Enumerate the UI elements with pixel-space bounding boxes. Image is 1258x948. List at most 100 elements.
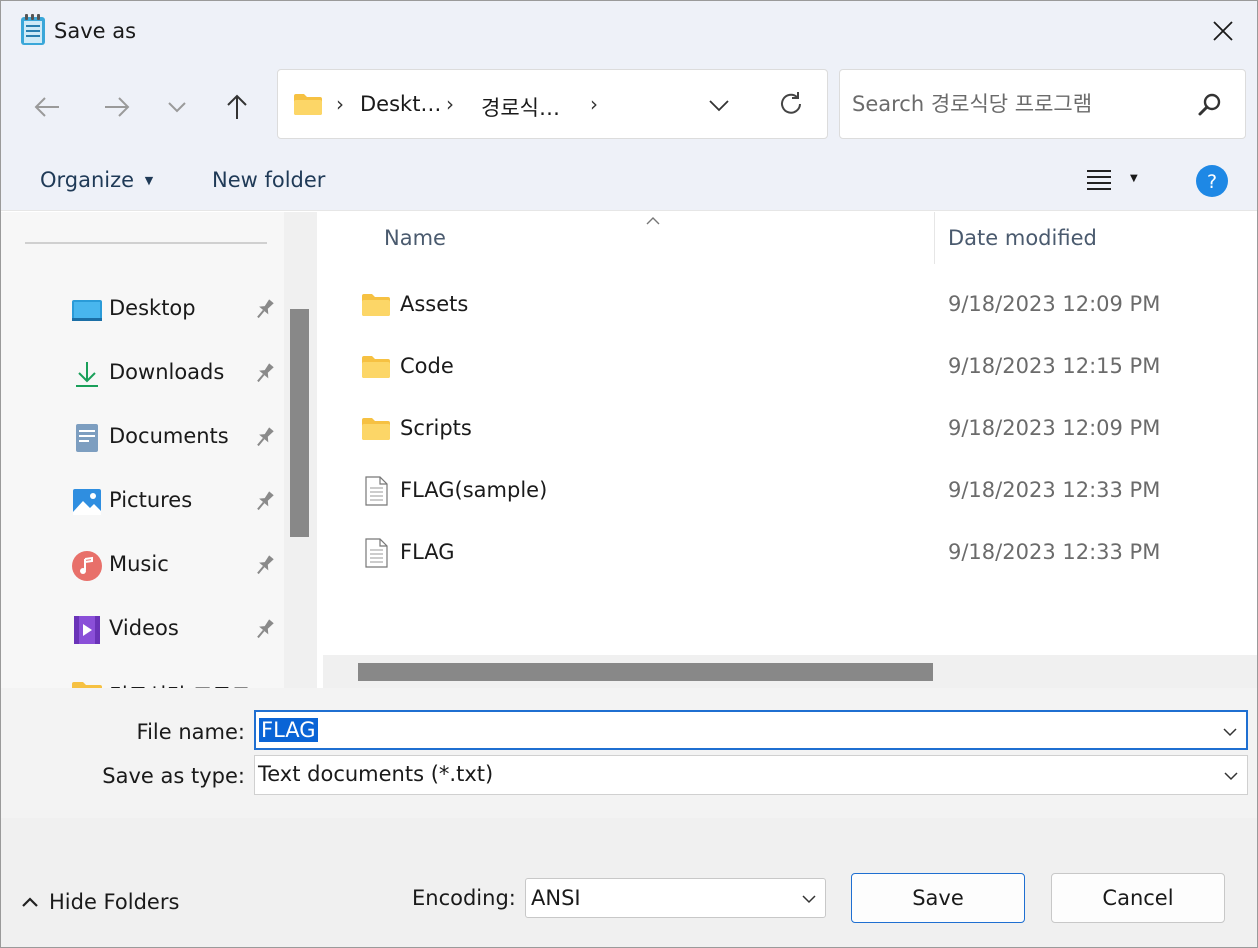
caret-down-icon: ▼ [144, 174, 154, 187]
file-row[interactable]: Scripts 9/18/2023 12:09 PM [323, 404, 1257, 456]
sidebar-item-documents[interactable]: Documents [71, 418, 281, 458]
up-button[interactable] [217, 87, 257, 127]
view-options-icon[interactable] [1086, 169, 1112, 191]
file-date: 9/18/2023 12:09 PM [948, 292, 1161, 316]
file-list: Name Date modified Assets 9/18/2023 12:0… [323, 212, 1257, 688]
videos-icon [74, 616, 100, 644]
downloads-icon [76, 362, 98, 387]
pictures-icon [73, 489, 101, 515]
refresh-icon[interactable] [778, 91, 804, 117]
folder-icon [362, 294, 390, 316]
breadcrumb-desktop[interactable]: Deskt… [360, 92, 441, 116]
sidebar-scrollbar-thumb[interactable] [290, 309, 309, 537]
save-button[interactable]: Save [851, 873, 1025, 923]
arrow-left-icon [34, 97, 59, 117]
file-date: 9/18/2023 12:15 PM [948, 354, 1161, 378]
save-as-dialog: Save as › Deskt… › 경로식… › Search 경로식당 프로… [0, 0, 1258, 948]
chevron-up-icon [22, 897, 38, 907]
dialog-footer: Hide Folders Encoding: ANSI Save Cancel [1, 818, 1257, 947]
file-row[interactable]: Assets 9/18/2023 12:09 PM [323, 280, 1257, 332]
arrow-right-icon [105, 97, 130, 117]
back-button[interactable] [27, 87, 67, 127]
search-input[interactable] [852, 88, 1182, 120]
save-type-label: Save as type: [102, 764, 245, 788]
divider [25, 242, 267, 244]
file-name-field[interactable]: FLAG [254, 710, 1248, 750]
chevron-down-icon [168, 102, 186, 113]
folder-icon [294, 94, 322, 115]
search-icon[interactable] [1197, 92, 1223, 118]
file-name: Code [400, 354, 454, 378]
file-row[interactable]: FLAG 9/18/2023 12:33 PM [323, 528, 1257, 580]
pin-icon [257, 619, 274, 639]
sidebar-item-desktop[interactable]: Desktop [71, 290, 281, 330]
title-bar: Save as [1, 1, 1257, 61]
folder-icon [72, 682, 102, 688]
organize-label: Organize [40, 168, 135, 192]
file-name: Assets [400, 292, 469, 316]
address-bar[interactable]: › Deskt… › 경로식… › [277, 69, 828, 139]
breadcrumb-separator-icon: › [446, 92, 454, 116]
column-divider[interactable] [934, 212, 935, 264]
sidebar-item-label: Documents [109, 424, 229, 448]
navigation-bar: › Deskt… › 경로식… › [1, 61, 1257, 151]
folder-icon [362, 356, 390, 378]
pin-icon [257, 427, 274, 447]
pin-icon [257, 491, 274, 511]
sidebar-item-label: Videos [109, 616, 179, 640]
recent-locations-button[interactable] [157, 87, 197, 127]
file-name-value[interactable]: FLAG [259, 718, 318, 742]
sort-ascending-icon [646, 217, 660, 225]
svg-text:?: ? [1207, 171, 1217, 193]
folder-icon [362, 418, 390, 440]
text-file-icon [365, 476, 388, 506]
chevron-down-icon[interactable] [1222, 724, 1238, 740]
file-row[interactable]: Code 9/18/2023 12:15 PM [323, 342, 1257, 394]
address-dropdown-icon[interactable] [708, 98, 730, 112]
music-icon [72, 551, 102, 581]
sidebar-item-pictures[interactable]: Pictures [71, 482, 281, 522]
hide-folders-label: Hide Folders [49, 890, 180, 914]
help-icon[interactable]: ? [1195, 164, 1229, 198]
new-folder-button[interactable]: New folder [212, 168, 325, 192]
close-button[interactable] [1189, 1, 1257, 61]
pin-icon [257, 363, 274, 383]
search-box[interactable] [839, 69, 1246, 139]
breadcrumb-separator-icon: › [336, 92, 344, 116]
text-file-icon [365, 538, 388, 568]
forward-button[interactable] [97, 87, 137, 127]
breadcrumb-current-folder[interactable]: 경로식… [481, 92, 560, 122]
save-form: File name: FLAG Save as type: Text docum… [1, 688, 1257, 818]
sidebar-item-label: Desktop [109, 296, 196, 320]
save-type-select[interactable]: Text documents (*.txt) [254, 755, 1248, 795]
sidebar-item-current-folder[interactable]: 경로식당 프로그 [71, 674, 281, 688]
encoding-value: ANSI [531, 886, 581, 910]
view-dropdown-icon[interactable]: ▼ [1130, 173, 1138, 184]
horizontal-scrollbar-thumb[interactable] [358, 663, 933, 681]
command-bar: Organize ▼ New folder ▼ ? [1, 151, 1257, 211]
file-name-label: File name: [136, 720, 245, 744]
chevron-down-icon [802, 895, 816, 904]
column-header-name[interactable]: Name [384, 226, 446, 250]
chevron-down-icon[interactable] [1223, 768, 1239, 784]
file-date: 9/18/2023 12:33 PM [948, 540, 1161, 564]
save-type-value: Text documents (*.txt) [258, 762, 494, 786]
file-name: FLAG [400, 540, 455, 564]
file-row[interactable]: FLAG(sample) 9/18/2023 12:33 PM [323, 466, 1257, 518]
hide-folders-button[interactable]: Hide Folders [21, 890, 179, 914]
organize-button[interactable]: Organize ▼ [40, 168, 153, 192]
sidebar-item-label: Music [109, 552, 169, 576]
sidebar-item-music[interactable]: Music [71, 546, 281, 586]
cancel-button[interactable]: Cancel [1051, 873, 1225, 923]
column-header-date-modified[interactable]: Date modified [948, 226, 1097, 250]
sidebar-item-downloads[interactable]: Downloads [71, 354, 281, 394]
arrow-up-icon [227, 94, 247, 119]
sidebar-item-videos[interactable]: Videos [71, 610, 281, 650]
encoding-select[interactable]: ANSI [525, 878, 826, 918]
documents-icon [76, 424, 98, 452]
breadcrumb-separator-icon: › [590, 92, 598, 116]
pin-icon [257, 299, 274, 319]
file-name: Scripts [400, 416, 472, 440]
notepad-icon [21, 14, 45, 45]
file-date: 9/18/2023 12:33 PM [948, 478, 1161, 502]
